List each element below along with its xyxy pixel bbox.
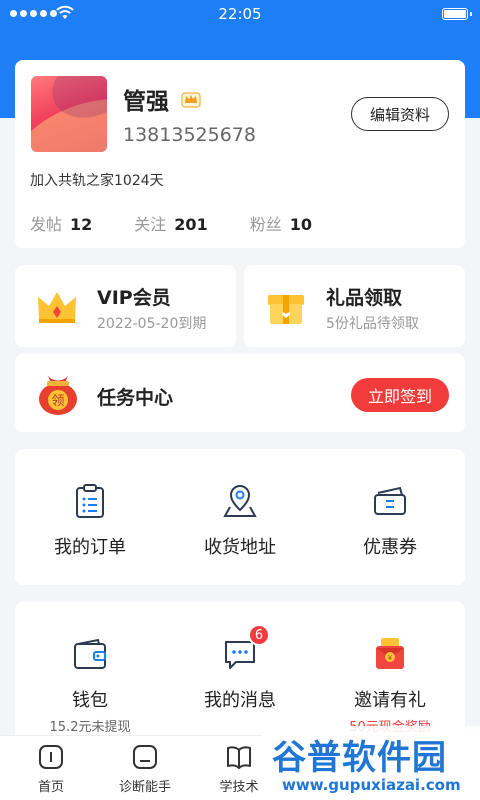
red-pouch-icon: 领: [39, 376, 77, 415]
grid-item-invite[interactable]: ¥ 邀请有礼 50元现金奖励: [315, 636, 465, 735]
coupon-icon: [374, 486, 406, 515]
stat-follow[interactable]: 关注 201: [134, 211, 207, 235]
watermark: 谷普软件园 www.gupuxiazai.com: [262, 726, 480, 800]
user-phone: 13813525678: [123, 124, 256, 146]
tab-diagnose-label: 诊断能手: [118, 780, 171, 795]
user-name: 管强: [123, 89, 169, 115]
avatar[interactable]: [31, 76, 107, 152]
vip-title: VIP会员: [97, 287, 171, 309]
task-center-card[interactable]: 领 任务中心 立即签到: [15, 354, 465, 432]
gift-card[interactable]: 礼品领取 5份礼品待领取: [244, 265, 465, 347]
task-title: 任务中心: [97, 387, 174, 409]
grid-item-coupons[interactable]: 优惠券: [315, 483, 465, 559]
home-icon: [39, 745, 63, 769]
status-time: 22:05: [218, 5, 262, 23]
book-icon: [227, 746, 251, 769]
stat-fans[interactable]: 粉丝 10: [250, 211, 312, 235]
diagnose-icon: [133, 745, 157, 769]
vip-expiry: 2022-05-20到期: [97, 316, 207, 332]
grid-item-wallet[interactable]: 钱包 15.2元未提现: [15, 636, 165, 735]
vip-crown-icon: [181, 92, 201, 108]
message-count-badge: 6: [248, 624, 270, 646]
grid-item-invite-label: 邀请有礼: [354, 690, 426, 711]
edit-profile-button[interactable]: 编辑资料: [351, 97, 449, 131]
stat-fans-label: 粉丝: [249, 215, 282, 234]
stat-posts-label: 发帖: [30, 215, 63, 234]
wallet-balance: 15.2元未提现: [49, 720, 131, 735]
profile-card: 管强 13813525678 编辑资料 加入共轨之家1024天 发帖 12 关注…: [15, 60, 465, 248]
stat-posts-value: 12: [70, 215, 93, 234]
sign-in-button[interactable]: 立即签到: [351, 378, 449, 412]
order-section: 我的订单 收货地址 优惠券: [15, 449, 465, 585]
grid-item-address-label: 收货地址: [204, 537, 276, 558]
order-clipboard-icon: [76, 484, 104, 518]
gift-subtitle: 5份礼品待领取: [326, 316, 419, 332]
message-icon-wrap: 6: [222, 624, 270, 672]
location-pin-icon: [223, 485, 257, 517]
pouch-icon-text: 领: [51, 394, 64, 409]
crown-icon: [38, 292, 76, 323]
grid-item-orders-label: 我的订单: [54, 537, 126, 558]
grid-item-wallet-label: 钱包: [72, 690, 108, 711]
stat-follow-value: 201: [174, 215, 208, 234]
svg-text:¥: ¥: [388, 654, 393, 662]
gift-box-icon: [268, 295, 304, 324]
status-bar: 22:05: [0, 0, 480, 28]
gift-title: 礼品领取: [326, 287, 403, 309]
stat-fans-value: 10: [289, 215, 312, 234]
watermark-title: 谷普软件园: [272, 738, 447, 778]
watermark-url: www.gupuxiazai.com: [282, 776, 461, 794]
battery-icon: [442, 8, 472, 20]
wallet-icon: [74, 638, 106, 669]
stat-follow-label: 关注: [134, 215, 167, 234]
grid-item-coupons-label: 优惠券: [363, 537, 417, 558]
joined-days: 加入共轨之家1024天: [30, 173, 164, 189]
grid-item-orders[interactable]: 我的订单: [15, 483, 165, 559]
grid-item-messages-label: 我的消息: [204, 690, 276, 711]
tab-diagnose[interactable]: 诊断能手: [100, 744, 190, 795]
grid-item-address[interactable]: 收货地址: [165, 483, 315, 559]
stat-posts[interactable]: 发帖 12: [30, 211, 92, 235]
tab-home[interactable]: 首页: [6, 744, 96, 795]
vip-card[interactable]: VIP会员 2022-05-20到期: [15, 265, 236, 347]
grid-item-messages[interactable]: 6 我的消息: [165, 624, 315, 712]
tab-home-label: 首页: [37, 780, 64, 795]
profile-stats: 发帖 12 关注 201 粉丝 10: [30, 211, 312, 235]
red-envelope-icon: ¥: [376, 638, 404, 669]
